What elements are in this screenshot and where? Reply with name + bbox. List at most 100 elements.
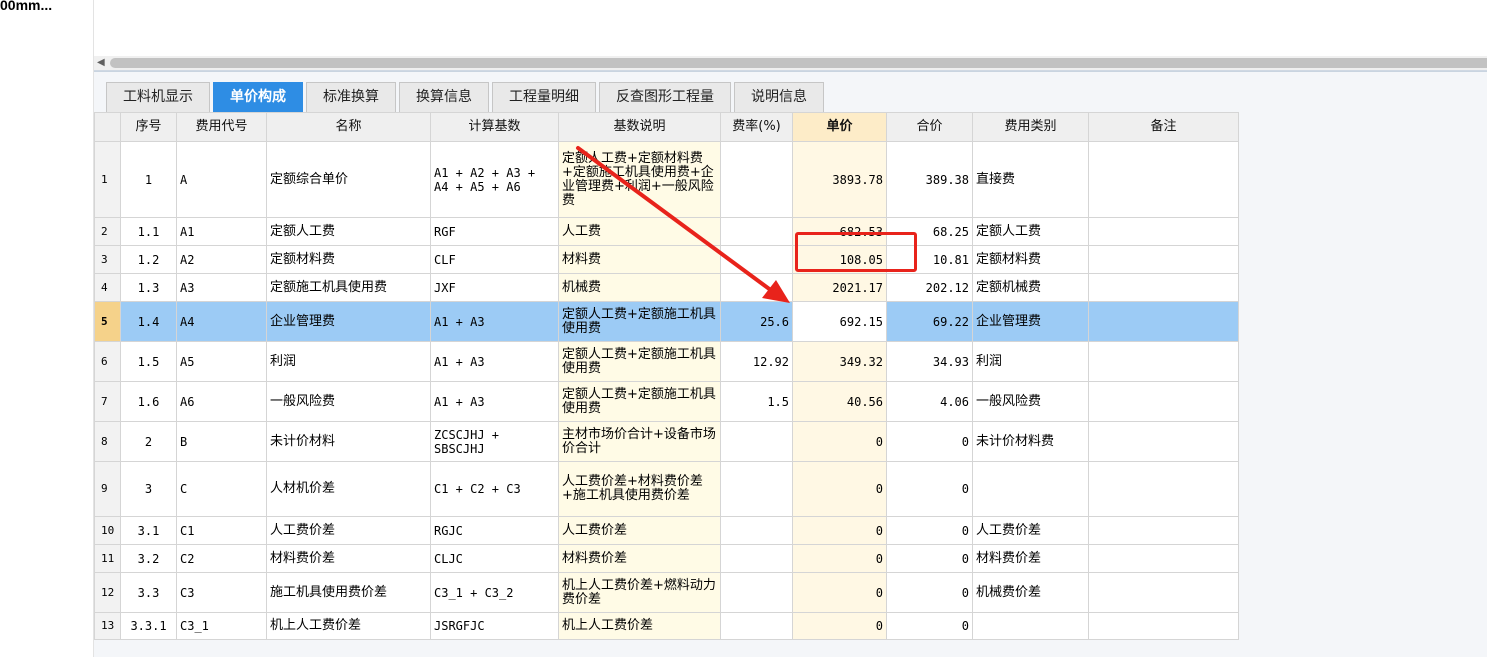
tab-graphic-quantity[interactable]: 反查图形工程量 [599, 82, 731, 112]
table-row[interactable]: 3 1.2 A2 定额材料费 CLF 材料费 108.05 10.81 定额材料费 [94, 245, 1239, 274]
scrollbar-thumb[interactable] [110, 58, 1487, 68]
cell-seq[interactable]: 1.4 [120, 301, 177, 342]
tab-quantity-detail[interactable]: 工程量明细 [492, 82, 596, 112]
cell-rate[interactable] [720, 141, 793, 218]
table-row[interactable]: 4 1.3 A3 定额施工机具使用费 JXF 机械费 2021.17 202.12 定额机械费 [94, 273, 1239, 302]
row-number[interactable]: 3 [94, 245, 121, 274]
cell-name[interactable]: 人工费价差 [266, 516, 431, 545]
cell-seq[interactable]: 1.5 [120, 341, 177, 382]
cell-base[interactable]: A1 + A3 [430, 341, 559, 382]
cell-name[interactable]: 材料费价差 [266, 544, 431, 573]
tab-standard-conversion[interactable]: 标准换算 [306, 82, 396, 112]
cell-name[interactable]: 定额综合单价 [266, 141, 431, 218]
cell-category[interactable]: 定额人工费 [972, 217, 1089, 246]
column-header-note[interactable]: 备注 [1088, 112, 1239, 142]
table-row[interactable]: 13 3.3.1 C3_1 机上人工费价差 JSRGFJC 机上人工费价差 0 0 [94, 612, 1239, 640]
tab-conversion-info[interactable]: 换算信息 [399, 82, 489, 112]
cell-code[interactable]: A5 [176, 341, 267, 382]
cell-price[interactable]: 692.15 [792, 301, 887, 342]
cell-name[interactable]: 企业管理费 [266, 301, 431, 342]
cell-note[interactable] [1088, 273, 1239, 302]
cell-desc[interactable]: 人工费 [558, 217, 721, 246]
cell-name[interactable]: 人材机价差 [266, 461, 431, 517]
cell-desc[interactable]: 人工费价差 [558, 516, 721, 545]
cell-desc[interactable]: 定额人工费+定额材料费+定额施工机具使用费+企业管理费+利润+一般风险费 [558, 141, 721, 218]
cell-rate[interactable] [720, 245, 793, 274]
cell-rate[interactable]: 1.5 [720, 381, 793, 422]
cell-code[interactable]: C2 [176, 544, 267, 573]
cell-base[interactable]: RGF [430, 217, 559, 246]
cell-note[interactable] [1088, 461, 1239, 517]
cell-category[interactable]: 直接费 [972, 141, 1089, 218]
cell-note[interactable] [1088, 572, 1239, 613]
cell-rate[interactable] [720, 544, 793, 573]
row-number[interactable]: 11 [94, 544, 121, 573]
cell-category[interactable]: 未计价材料费 [972, 421, 1089, 462]
cell-note[interactable] [1088, 301, 1239, 342]
cell-price[interactable]: 0 [792, 544, 887, 573]
cell-seq[interactable]: 2 [120, 421, 177, 462]
cell-category[interactable]: 定额材料费 [972, 245, 1089, 274]
cell-rate[interactable]: 25.6 [720, 301, 793, 342]
cell-total[interactable]: 4.06 [886, 381, 973, 422]
cell-code[interactable]: C [176, 461, 267, 517]
cell-desc[interactable]: 定额人工费+定额施工机具使用费 [558, 301, 721, 342]
table-row[interactable]: 11 3.2 C2 材料费价差 CLJC 材料费价差 0 0 材料费价差 [94, 544, 1239, 573]
cell-seq[interactable]: 3.1 [120, 516, 177, 545]
cell-total[interactable]: 34.93 [886, 341, 973, 382]
tab-unit-price[interactable]: 单价构成 [213, 82, 303, 112]
cell-seq[interactable]: 3.3.1 [120, 612, 177, 640]
cell-code[interactable]: B [176, 421, 267, 462]
cell-code[interactable]: A6 [176, 381, 267, 422]
cell-seq[interactable]: 1.1 [120, 217, 177, 246]
cell-price[interactable]: 40.56 [792, 381, 887, 422]
cell-price[interactable]: 0 [792, 572, 887, 613]
cell-rate[interactable] [720, 217, 793, 246]
row-number[interactable]: 13 [94, 612, 121, 640]
tab-resource-display[interactable]: 工料机显示 [106, 82, 210, 112]
cell-seq[interactable]: 1.2 [120, 245, 177, 274]
cell-total[interactable]: 0 [886, 612, 973, 640]
cell-code[interactable]: C1 [176, 516, 267, 545]
cell-base[interactable]: JSRGFJC [430, 612, 559, 640]
cell-price[interactable]: 0 [792, 461, 887, 517]
row-number[interactable]: 12 [94, 572, 121, 613]
cell-category[interactable]: 材料费价差 [972, 544, 1089, 573]
column-header-desc[interactable]: 基数说明 [558, 112, 721, 142]
cell-seq[interactable]: 3.2 [120, 544, 177, 573]
cell-desc[interactable]: 材料费价差 [558, 544, 721, 573]
cell-note[interactable] [1088, 544, 1239, 573]
column-header-total[interactable]: 合价 [886, 112, 973, 142]
cell-code[interactable]: A2 [176, 245, 267, 274]
cell-base[interactable]: CLF [430, 245, 559, 274]
cell-name[interactable]: 施工机具使用费价差 [266, 572, 431, 613]
row-number[interactable]: 1 [94, 141, 121, 218]
cell-base[interactable]: A1 + A3 [430, 301, 559, 342]
cell-price[interactable]: 3893.78 [792, 141, 887, 218]
cell-desc[interactable]: 材料费 [558, 245, 721, 274]
cell-note[interactable] [1088, 217, 1239, 246]
cell-name[interactable]: 定额施工机具使用费 [266, 273, 431, 302]
cell-note[interactable] [1088, 341, 1239, 382]
cell-category[interactable] [972, 461, 1089, 517]
cell-total[interactable]: 0 [886, 572, 973, 613]
cell-rate[interactable] [720, 421, 793, 462]
cell-desc[interactable]: 机械费 [558, 273, 721, 302]
cell-category[interactable]: 定额机械费 [972, 273, 1089, 302]
row-number[interactable]: 2 [94, 217, 121, 246]
cell-total[interactable]: 0 [886, 544, 973, 573]
cell-code[interactable]: A4 [176, 301, 267, 342]
cell-price[interactable]: 2021.17 [792, 273, 887, 302]
table-row[interactable]: 7 1.6 A6 一般风险费 A1 + A3 定额人工费+定额施工机具使用费 1.5 40.5… [94, 381, 1239, 422]
cell-rate[interactable] [720, 516, 793, 545]
cell-name[interactable]: 利润 [266, 341, 431, 382]
row-number[interactable]: 7 [94, 381, 121, 422]
cell-note[interactable] [1088, 381, 1239, 422]
table-row[interactable]: 12 3.3 C3 施工机具使用费价差 C3_1 + C3_2 机上人工费价差+燃料动力费… [94, 572, 1239, 613]
table-row[interactable]: 8 2 B 未计价材料 ZCSCJHJ + SBSCJHJ 主材市场价合计+设备市场价合计… [94, 421, 1239, 462]
cell-desc[interactable]: 主材市场价合计+设备市场价合计 [558, 421, 721, 462]
cell-price[interactable]: 349.32 [792, 341, 887, 382]
cell-category[interactable]: 企业管理费 [972, 301, 1089, 342]
cell-rate[interactable] [720, 461, 793, 517]
cell-base[interactable]: C1 + C2 + C3 [430, 461, 559, 517]
